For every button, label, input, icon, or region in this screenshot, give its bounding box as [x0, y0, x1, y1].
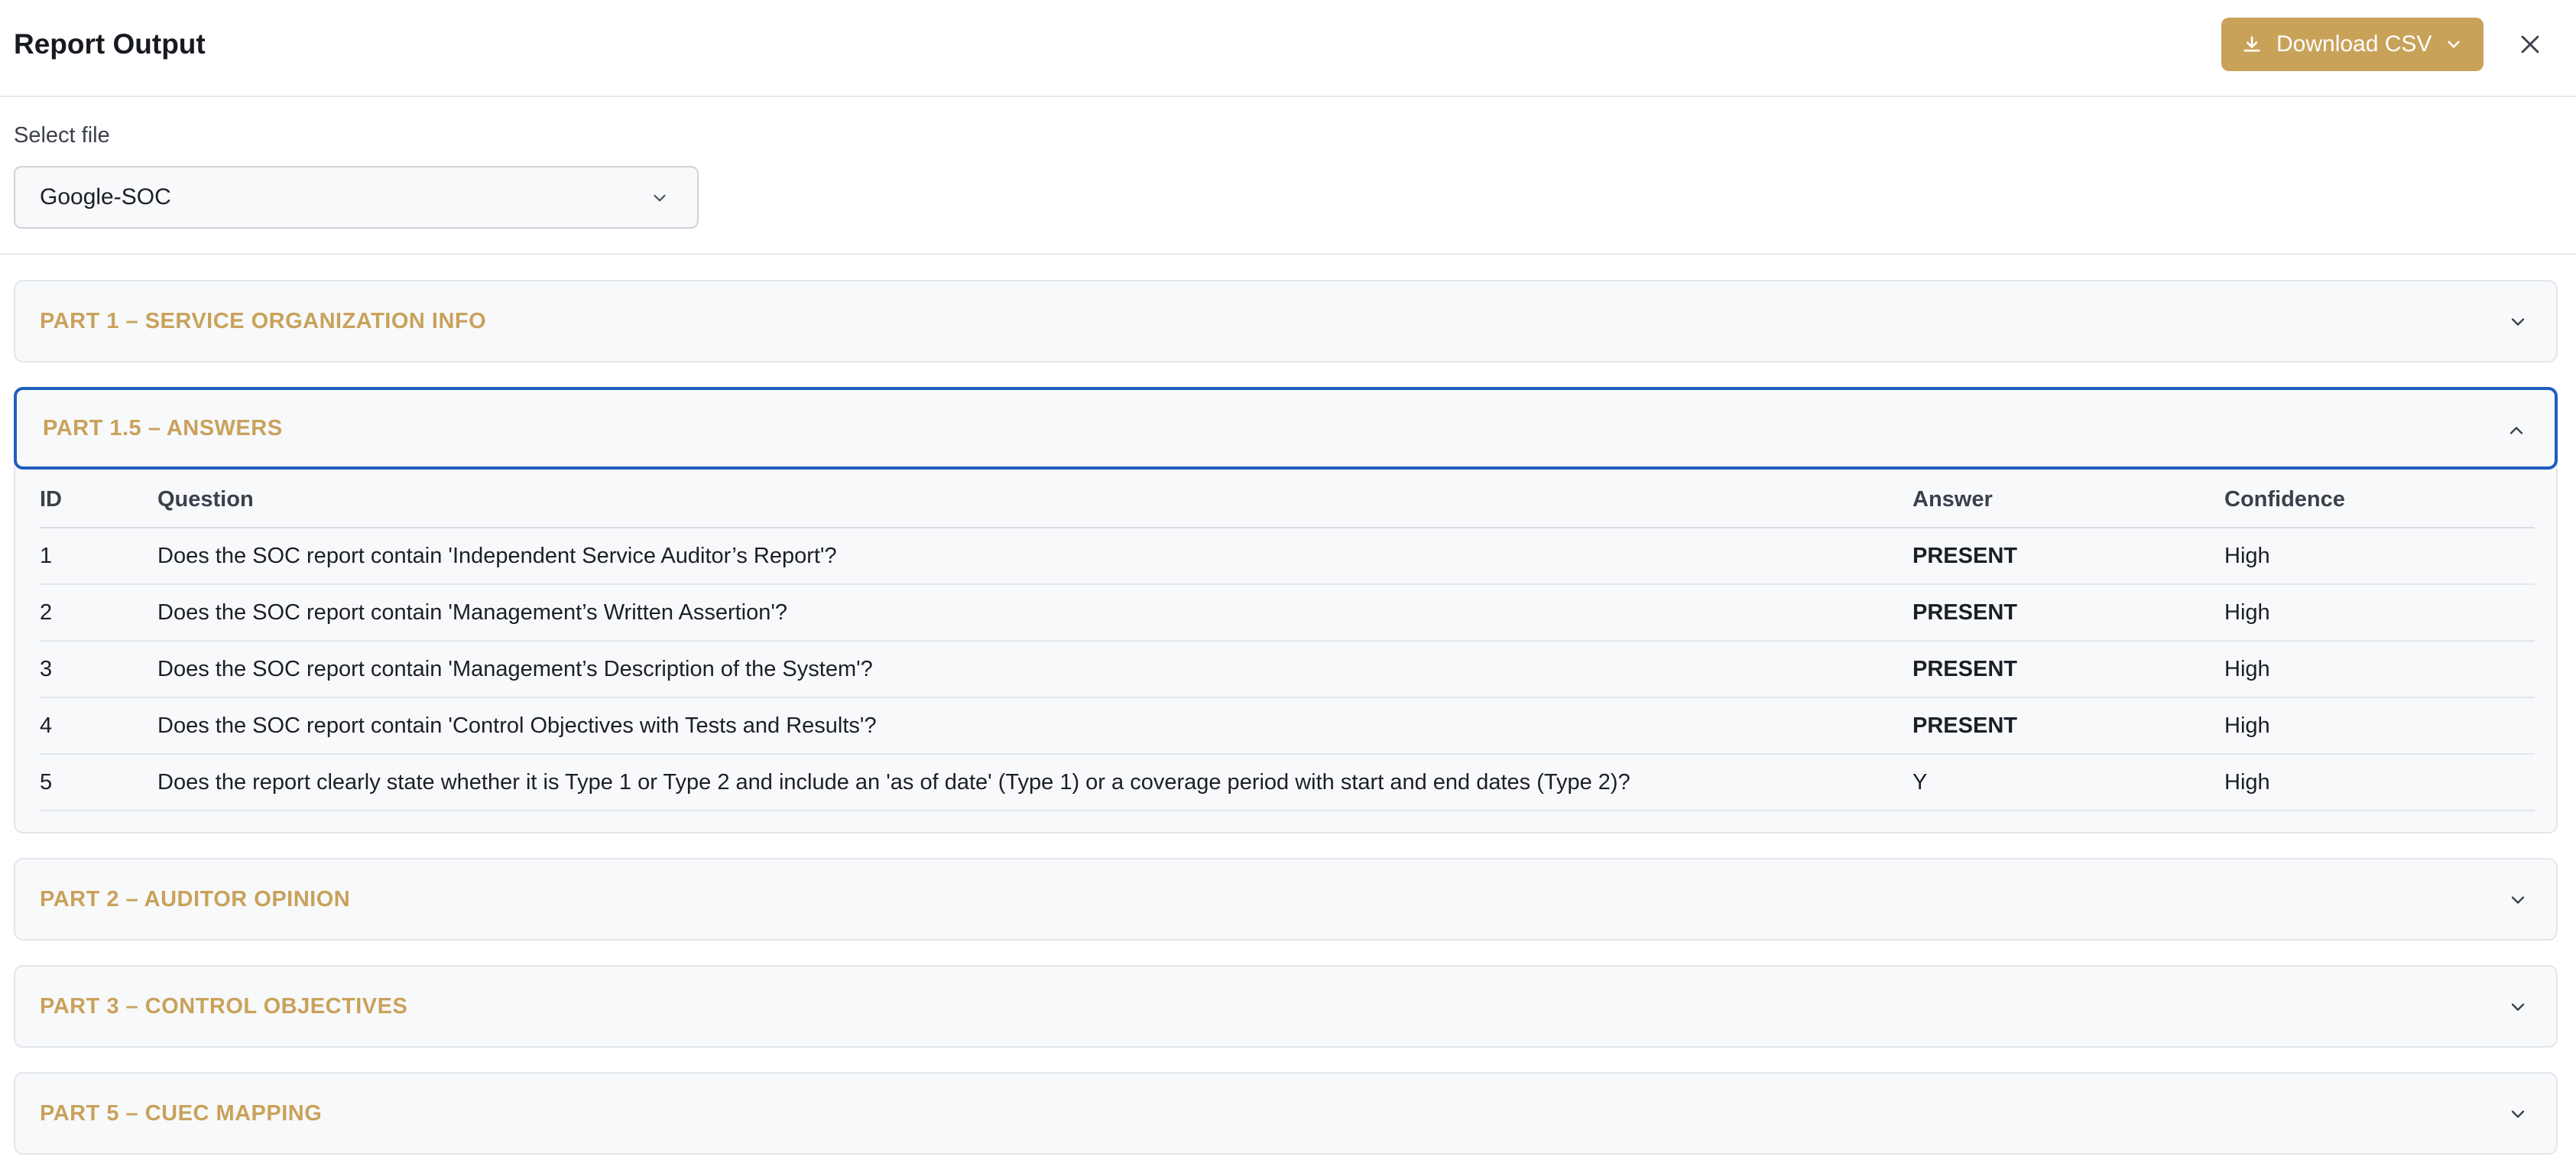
row-id: 1 — [40, 528, 157, 585]
table-row: 2 Does the SOC report contain 'Managemen… — [40, 584, 2535, 642]
section-service-organization-info: PART 1 – SERVICE ORGANIZATION INFO — [14, 280, 2558, 362]
row-answer: PRESENT — [1913, 697, 2224, 755]
row-question: Does the report clearly state whether it… — [157, 754, 1913, 811]
column-header-id: ID — [40, 473, 157, 528]
row-id: 4 — [40, 697, 157, 755]
chevron-down-icon — [2511, 1003, 2525, 1011]
row-confidence: High — [2224, 584, 2535, 642]
chevron-down-icon — [2448, 41, 2461, 48]
row-question: Does the SOC report contain 'Independent… — [157, 528, 1913, 585]
section-header[interactable]: PART 1.5 – ANSWERS — [14, 387, 2558, 470]
row-answer: Y — [1913, 754, 2224, 811]
column-header-question: Question — [157, 473, 1913, 528]
row-answer: PRESENT — [1913, 584, 2224, 642]
row-confidence: High — [2224, 528, 2535, 585]
section-cuec-mapping: PART 5 – CUEC MAPPING — [14, 1072, 2558, 1155]
section-title: PART 1 – SERVICE ORGANIZATION INFO — [40, 308, 487, 333]
table-row: 1 Does the SOC report contain 'Independe… — [40, 528, 2535, 585]
chevron-down-icon — [654, 194, 666, 202]
row-answer: PRESENT — [1913, 528, 2224, 585]
row-question: Does the SOC report contain 'Control Obj… — [157, 697, 1913, 755]
section-header[interactable]: PART 5 – CUEC MAPPING — [15, 1074, 2556, 1153]
close-button[interactable] — [2515, 29, 2545, 60]
row-question: Does the SOC report contain 'Management’… — [157, 584, 1913, 642]
chevron-down-icon — [2511, 896, 2525, 904]
table-row: 4 Does the SOC report contain 'Control O… — [40, 697, 2535, 755]
download-csv-label: Download CSV — [2276, 31, 2432, 57]
section-auditor-opinion: PART 2 – AUDITOR OPINION — [14, 858, 2558, 941]
file-select-dropdown[interactable]: Google-SOC — [14, 166, 699, 229]
close-icon — [2521, 35, 2539, 54]
section-title: PART 3 – CONTROL OBJECTIVES — [40, 993, 408, 1019]
section-title: PART 1.5 – ANSWERS — [43, 415, 283, 440]
section-control-objectives: PART 3 – CONTROL OBJECTIVES — [14, 965, 2558, 1048]
download-icon — [2243, 36, 2260, 52]
section-header[interactable]: PART 1 – SERVICE ORGANIZATION INFO — [15, 281, 2556, 361]
download-csv-button[interactable]: Download CSV — [2221, 18, 2484, 71]
row-confidence: High — [2224, 754, 2535, 811]
section-answers: PART 1.5 – ANSWERS ID Question Answer Co… — [14, 387, 2558, 834]
row-question: Does the SOC report contain 'Management’… — [157, 641, 1913, 698]
chevron-down-icon — [2511, 1110, 2525, 1118]
row-id: 3 — [40, 641, 157, 698]
chevron-down-icon — [2511, 318, 2525, 326]
file-select-section: Select file Google-SOC — [0, 97, 2576, 255]
section-header[interactable]: PART 3 – CONTROL OBJECTIVES — [15, 967, 2556, 1046]
answers-table: ID Question Answer Confidence 1 Does the… — [40, 473, 2535, 811]
row-confidence: High — [2224, 697, 2535, 755]
select-file-label: Select file — [14, 123, 110, 148]
section-title: PART 2 – AUDITOR OPINION — [40, 886, 351, 912]
row-confidence: High — [2224, 641, 2535, 698]
page-title: Report Output — [14, 28, 206, 60]
chevron-up-icon — [2509, 427, 2523, 434]
table-row: 3 Does the SOC report contain 'Managemen… — [40, 641, 2535, 698]
modal-header: Report Output Download CSV — [0, 0, 2576, 97]
column-header-answer: Answer — [1913, 473, 2224, 528]
row-answer: PRESENT — [1913, 641, 2224, 698]
row-id: 2 — [40, 584, 157, 642]
column-header-confidence: Confidence — [2224, 473, 2535, 528]
section-title: PART 5 – CUEC MAPPING — [40, 1100, 323, 1126]
table-row: 5 Does the report clearly state whether … — [40, 754, 2535, 811]
row-id: 5 — [40, 754, 157, 811]
table-header-row: ID Question Answer Confidence — [40, 473, 2535, 528]
file-select-value: Google-SOC — [40, 184, 171, 210]
section-header[interactable]: PART 2 – AUDITOR OPINION — [15, 860, 2556, 939]
